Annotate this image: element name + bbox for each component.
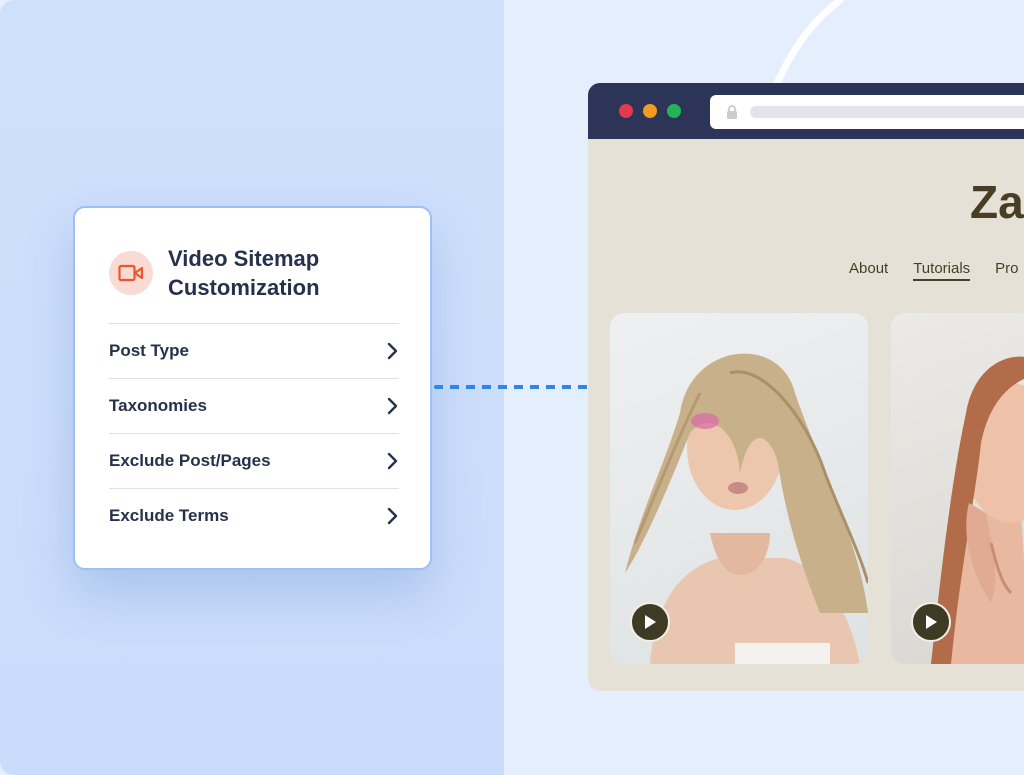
address-bar[interactable] — [710, 95, 1024, 129]
video-sitemap-card: Video Sitemap Customization Post Type Ta… — [73, 206, 432, 570]
address-placeholder — [750, 106, 1024, 118]
dashed-connector — [434, 385, 590, 389]
browser-window: Za About Tutorials Pro — [588, 83, 1024, 691]
stage: Video Sitemap Customization Post Type Ta… — [0, 0, 1024, 775]
play-icon — [926, 615, 937, 629]
play-icon — [645, 615, 656, 629]
woman-portrait-image — [931, 356, 1024, 664]
video-camera-icon — [109, 251, 153, 295]
menu-item-label: Post Type — [109, 341, 189, 360]
chevron-right-icon — [387, 397, 398, 415]
settings-menu: Post Type Taxonomies Exclude Post/Pages … — [109, 323, 399, 543]
card-title: Video Sitemap Customization — [168, 246, 320, 300]
video-thumbnail[interactable] — [891, 313, 1024, 664]
chevron-right-icon — [387, 342, 398, 360]
menu-item-label: Exclude Terms — [109, 506, 229, 525]
menu-item-exclude-terms[interactable]: Exclude Terms — [109, 488, 399, 543]
minimize-dot-icon[interactable] — [643, 104, 657, 118]
menu-item-label: Taxonomies — [109, 396, 207, 415]
close-dot-icon[interactable] — [619, 104, 633, 118]
menu-item-taxonomies[interactable]: Taxonomies — [109, 378, 399, 433]
site-nav: About Tutorials Pro — [849, 260, 1024, 281]
video-thumbnail[interactable] — [610, 313, 868, 664]
chevron-right-icon — [387, 452, 398, 470]
nav-item-about[interactable]: About — [849, 260, 888, 281]
chevron-right-icon — [387, 507, 398, 525]
card-header: Video Sitemap Customization — [109, 244, 368, 302]
menu-item-label: Exclude Post/Pages — [109, 451, 271, 470]
nav-item-tutorials[interactable]: Tutorials — [913, 260, 971, 281]
menu-item-post-type[interactable]: Post Type — [109, 323, 399, 378]
decorative-arc — [771, 0, 844, 90]
menu-item-exclude-post-pages[interactable]: Exclude Post/Pages — [109, 433, 399, 488]
browser-toolbar — [588, 83, 1024, 139]
maximize-dot-icon[interactable] — [667, 104, 681, 118]
play-button[interactable] — [630, 602, 670, 642]
nav-item-pro[interactable]: Pro — [995, 260, 1018, 281]
lock-icon — [727, 105, 737, 119]
site-title: Za — [970, 176, 1024, 228]
play-button[interactable] — [911, 602, 951, 642]
